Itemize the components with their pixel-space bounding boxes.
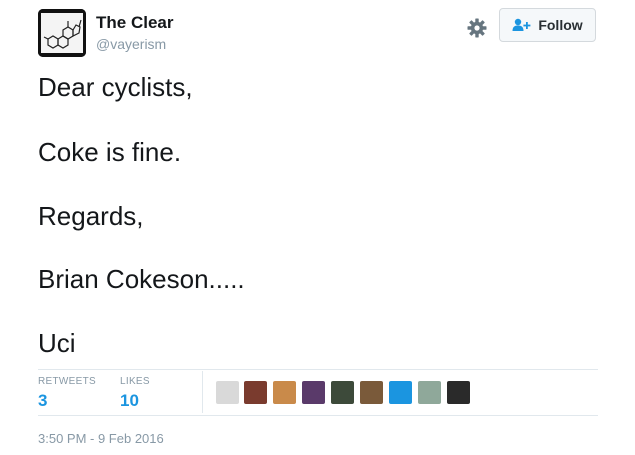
- likes-count[interactable]: 10: [120, 391, 139, 411]
- liker-avatar[interactable]: [389, 381, 412, 404]
- tweet-text-line: Dear cyclists,: [38, 72, 193, 102]
- tweet-text-line: Coke is fine.: [38, 137, 182, 167]
- stats-divider: [202, 371, 203, 413]
- molecule-structure-icon: [38, 9, 86, 57]
- liker-avatar[interactable]: [447, 381, 470, 404]
- liker-avatar[interactable]: [360, 381, 383, 404]
- retweets-label[interactable]: RETWEETS: [38, 376, 96, 387]
- liker-avatar[interactable]: [273, 381, 296, 404]
- liker-avatar[interactable]: [244, 381, 267, 404]
- gear-icon[interactable]: [465, 16, 489, 40]
- liker-avatar[interactable]: [302, 381, 325, 404]
- user-handle[interactable]: @vayerism: [96, 36, 166, 52]
- tweet-text-line: Regards,: [38, 201, 144, 231]
- follow-button[interactable]: Follow: [499, 8, 596, 42]
- tweet-timestamp[interactable]: 3:50 PM - 9 Feb 2016: [38, 431, 164, 446]
- likes-label[interactable]: LIKES: [120, 376, 150, 387]
- add-user-icon: [512, 18, 531, 31]
- display-name[interactable]: The Clear: [96, 13, 173, 33]
- liker-avatar[interactable]: [418, 381, 441, 404]
- follow-button-label: Follow: [538, 17, 583, 33]
- divider: [38, 415, 598, 416]
- liker-avatar[interactable]: [216, 381, 239, 404]
- retweets-count[interactable]: 3: [38, 391, 47, 411]
- tweet-text-line: Uci: [38, 328, 76, 358]
- liker-avatar[interactable]: [331, 381, 354, 404]
- avatar[interactable]: [38, 9, 86, 57]
- tweet-text-line: Brian Cokeson.....: [38, 264, 245, 294]
- divider: [38, 369, 598, 370]
